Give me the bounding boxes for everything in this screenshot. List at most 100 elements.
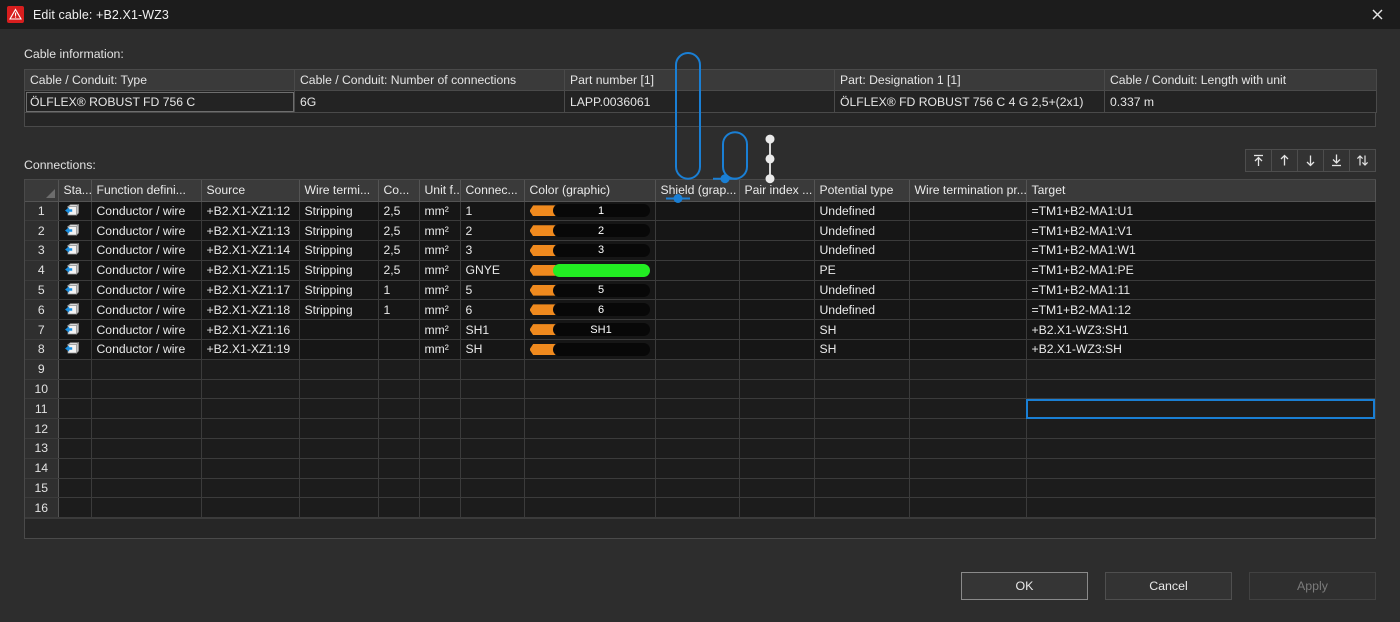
source-cell[interactable] — [201, 498, 299, 518]
unit-cell[interactable]: mm² — [419, 340, 460, 360]
shield-graphic-cell[interactable] — [655, 399, 739, 419]
row-number-cell[interactable]: 9 — [25, 359, 58, 379]
row-number-cell[interactable]: 4 — [25, 260, 58, 280]
wire-termination-cell[interactable]: Stripping — [299, 260, 378, 280]
status-cell[interactable] — [58, 340, 91, 360]
potential-type-cell[interactable] — [814, 439, 909, 459]
table-row[interactable]: 12 — [25, 419, 1375, 439]
row-number-cell[interactable]: 16 — [25, 498, 58, 518]
potential-type-cell[interactable]: PE — [814, 260, 909, 280]
table-row[interactable]: 8Conductor / wire+B2.X1-XZ1:19mm²SHSH+B2… — [25, 340, 1375, 360]
table-row[interactable]: 11 — [25, 399, 1375, 419]
color-graphic-cell[interactable] — [524, 340, 655, 360]
wire-termination-cell[interactable]: Stripping — [299, 221, 378, 241]
status-cell[interactable] — [58, 399, 91, 419]
cancel-button[interactable]: Cancel — [1105, 572, 1232, 600]
color-graphic-cell[interactable] — [524, 498, 655, 518]
shield-graphic-cell[interactable] — [655, 439, 739, 459]
wire-termination-processing-cell[interactable] — [909, 260, 1026, 280]
wire-termination-cell[interactable] — [299, 439, 378, 459]
color-graphic-cell[interactable]: 2 — [524, 221, 655, 241]
cross-section-cell[interactable] — [378, 498, 419, 518]
function-definition-cell[interactable]: Conductor / wire — [91, 201, 201, 221]
table-row[interactable]: 14 — [25, 458, 1375, 478]
source-cell[interactable]: +B2.X1-XZ1:15 — [201, 260, 299, 280]
cross-section-cell[interactable] — [378, 439, 419, 459]
column-header-color-graphic[interactable]: Color (graphic) — [524, 180, 655, 201]
column-header-source[interactable]: Source — [201, 180, 299, 201]
potential-type-cell[interactable] — [814, 419, 909, 439]
pair-index-cell[interactable] — [739, 419, 814, 439]
table-row[interactable]: 16 — [25, 498, 1375, 518]
target-cell[interactable] — [1026, 439, 1375, 459]
cross-section-cell[interactable]: 1 — [378, 280, 419, 300]
target-cell[interactable]: =TM1+B2-MA1:11 — [1026, 280, 1375, 300]
shield-graphic-cell[interactable] — [655, 458, 739, 478]
pair-index-cell[interactable] — [739, 359, 814, 379]
color-graphic-cell[interactable] — [524, 419, 655, 439]
table-row[interactable]: 10 — [25, 379, 1375, 399]
source-cell[interactable]: +B2.X1-XZ1:14 — [201, 241, 299, 261]
source-cell[interactable] — [201, 399, 299, 419]
connection-cell[interactable]: 6 — [460, 300, 524, 320]
connection-cell[interactable] — [460, 419, 524, 439]
source-cell[interactable] — [201, 458, 299, 478]
row-number-cell[interactable]: 2 — [25, 221, 58, 241]
table-row[interactable]: 5Conductor / wire+B2.X1-XZ1:17Stripping1… — [25, 280, 1375, 300]
color-graphic-cell[interactable] — [524, 379, 655, 399]
wire-termination-processing-cell[interactable] — [909, 379, 1026, 399]
close-icon[interactable] — [1355, 0, 1400, 29]
connection-cell[interactable] — [460, 439, 524, 459]
pair-index-cell[interactable] — [739, 478, 814, 498]
pair-index-cell[interactable] — [739, 260, 814, 280]
shield-graphic-cell[interactable] — [655, 320, 739, 340]
wire-termination-processing-cell[interactable] — [909, 399, 1026, 419]
connection-cell[interactable] — [460, 498, 524, 518]
cross-section-cell[interactable]: 2,5 — [378, 241, 419, 261]
column-header-connection[interactable]: Connec... — [460, 180, 524, 201]
source-cell[interactable]: +B2.X1-XZ1:13 — [201, 221, 299, 241]
function-definition-cell[interactable]: Conductor / wire — [91, 340, 201, 360]
shield-graphic-cell[interactable] — [655, 359, 739, 379]
pair-index-cell[interactable] — [739, 280, 814, 300]
length-with-unit-cell[interactable]: 0.337 m — [1105, 91, 1377, 113]
potential-type-cell[interactable]: Undefined — [814, 221, 909, 241]
cross-section-cell[interactable] — [378, 359, 419, 379]
row-number-cell[interactable]: 15 — [25, 478, 58, 498]
wire-termination-processing-cell[interactable] — [909, 280, 1026, 300]
pair-index-cell[interactable] — [739, 498, 814, 518]
status-cell[interactable] — [58, 478, 91, 498]
row-number-cell[interactable]: 3 — [25, 241, 58, 261]
source-cell[interactable]: +B2.X1-XZ1:18 — [201, 300, 299, 320]
function-definition-cell[interactable]: Conductor / wire — [91, 320, 201, 340]
connection-cell[interactable]: 2 — [460, 221, 524, 241]
color-graphic-cell[interactable]: 5 — [524, 280, 655, 300]
pair-index-cell[interactable] — [739, 241, 814, 261]
potential-type-cell[interactable]: Undefined — [814, 300, 909, 320]
target-cell[interactable]: +B2.X1-WZ3:SH1 — [1026, 320, 1375, 340]
connection-cell[interactable] — [460, 379, 524, 399]
connection-cell[interactable] — [460, 359, 524, 379]
color-graphic-cell[interactable]: 1 — [524, 201, 655, 221]
row-number-cell[interactable]: 14 — [25, 458, 58, 478]
status-cell[interactable] — [58, 379, 91, 399]
cable-type-cell[interactable]: ÖLFLEX® ROBUST FD 756 C — [25, 91, 295, 113]
wire-termination-cell[interactable] — [299, 419, 378, 439]
potential-type-cell[interactable] — [814, 478, 909, 498]
function-definition-cell[interactable]: Conductor / wire — [91, 221, 201, 241]
status-cell[interactable] — [58, 498, 91, 518]
pair-index-cell[interactable] — [739, 458, 814, 478]
wire-termination-cell[interactable] — [299, 458, 378, 478]
connection-cell[interactable] — [460, 458, 524, 478]
status-cell[interactable] — [58, 300, 91, 320]
connection-cell[interactable]: 3 — [460, 241, 524, 261]
column-header-status[interactable]: Sta... — [58, 180, 91, 201]
source-cell[interactable]: +B2.X1-XZ1:12 — [201, 201, 299, 221]
table-row[interactable]: 15 — [25, 478, 1375, 498]
cross-section-cell[interactable] — [378, 379, 419, 399]
wire-termination-cell[interactable]: Stripping — [299, 280, 378, 300]
cross-section-cell[interactable]: 1 — [378, 300, 419, 320]
wire-termination-cell[interactable]: Stripping — [299, 300, 378, 320]
row-number-cell[interactable]: 8 — [25, 340, 58, 360]
connection-cell[interactable]: SH — [460, 340, 524, 360]
